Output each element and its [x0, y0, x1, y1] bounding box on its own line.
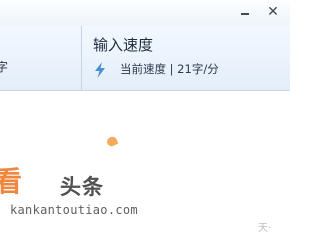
- lightning-icon: [95, 62, 105, 78]
- watermark-url: kankantoutiao.com: [10, 203, 138, 217]
- watermark-corner-text: 天·: [258, 223, 272, 234]
- orange-mark-decoration: [105, 135, 119, 148]
- left-stat-label: 字: [0, 60, 9, 74]
- close-button[interactable]: ✕: [265, 4, 281, 20]
- watermark-name: 头条: [60, 175, 104, 199]
- minimize-button[interactable]: [237, 4, 253, 20]
- stats-panel: 字 输入速度 当前速度 | 21字/分: [0, 26, 290, 91]
- current-speed-label: 当前速度 | 21字/分: [120, 62, 219, 76]
- minimize-icon: [241, 13, 249, 15]
- stat-cell-left: 字: [0, 26, 82, 90]
- content-area: 看 头条 kankantoutiao.com 天·: [0, 91, 290, 243]
- close-icon: ✕: [267, 4, 279, 20]
- window-titlebar: ✕: [0, 0, 290, 26]
- watermark-logo: 看: [0, 167, 23, 197]
- speed-title: 输入速度: [93, 36, 154, 54]
